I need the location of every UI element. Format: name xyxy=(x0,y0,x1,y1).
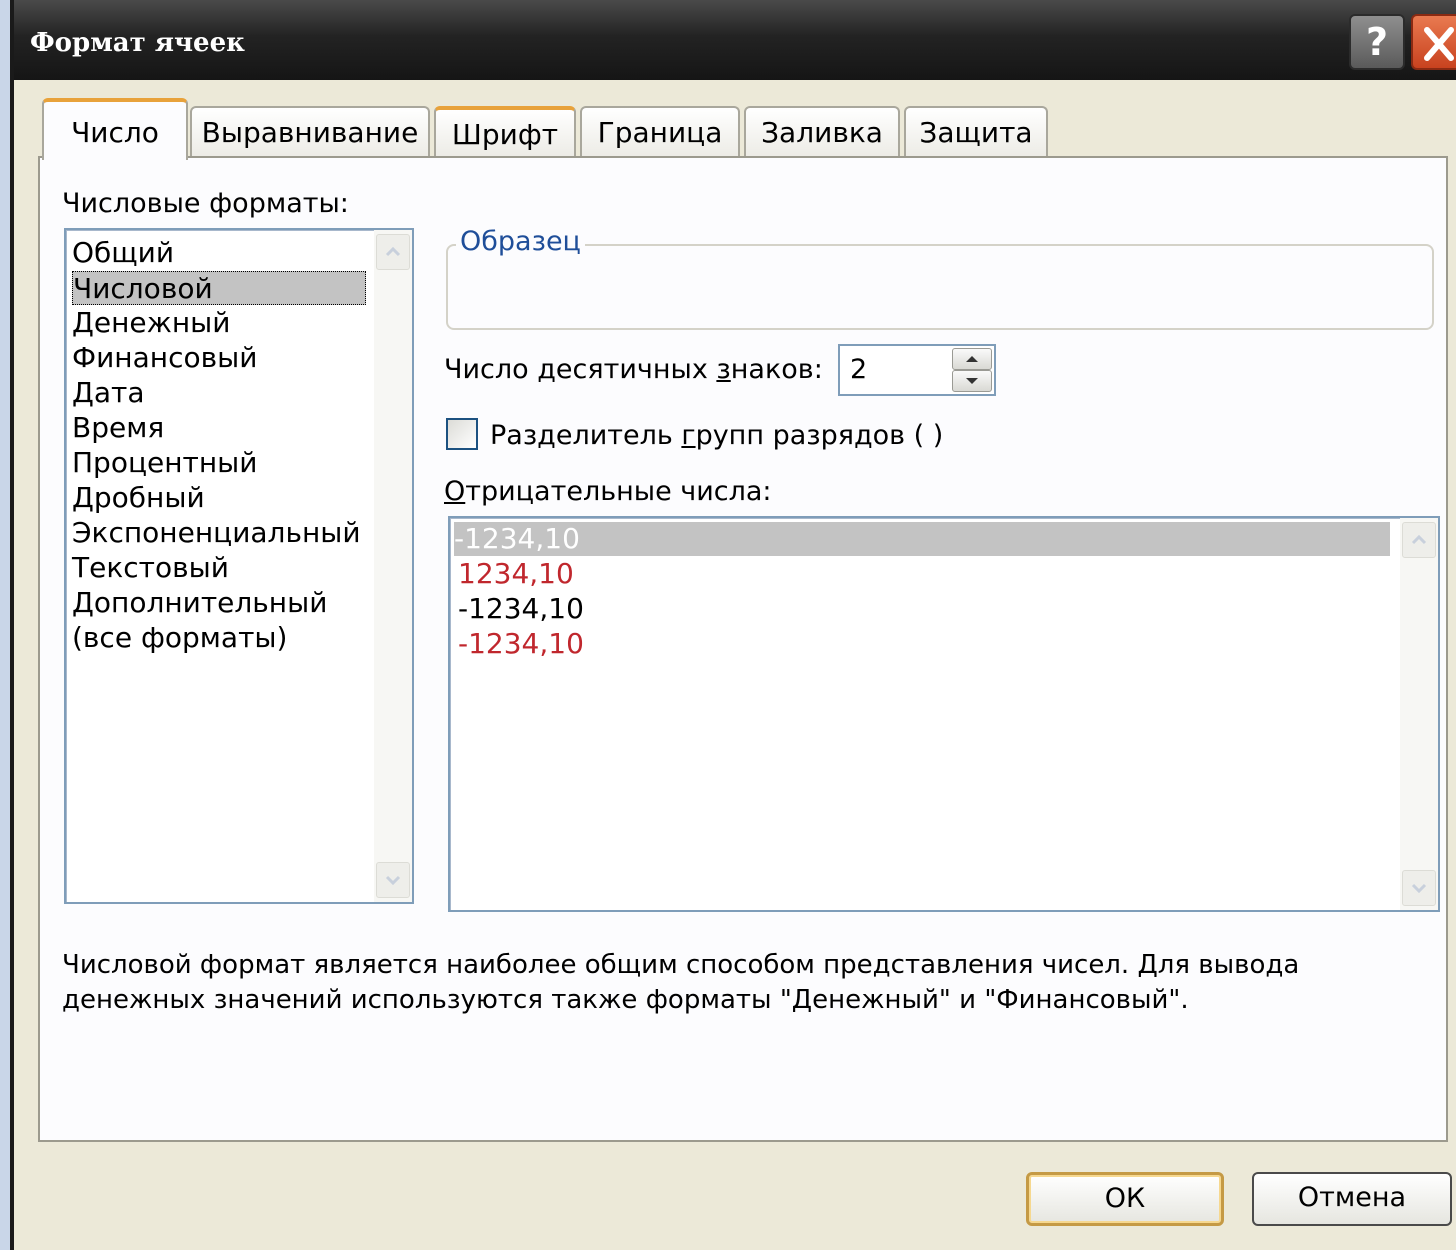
negative-item[interactable]: -1234,10 xyxy=(458,627,584,661)
tab-label: Заливка xyxy=(761,116,883,149)
list-item[interactable]: Время xyxy=(72,411,164,445)
decimals-value[interactable]: 2 xyxy=(850,354,867,385)
negative-item[interactable]: -1234,10 xyxy=(458,592,584,626)
negative-item-selected[interactable]: -1234,10 xyxy=(454,522,1390,556)
dialog-title: Формат ячеек xyxy=(30,28,245,58)
cancel-label: Отмена xyxy=(1297,1182,1407,1213)
decimals-spinner[interactable]: 2 xyxy=(838,344,996,396)
chevron-down-icon xyxy=(1411,883,1427,893)
tab-font[interactable]: Шрифт xyxy=(434,106,576,158)
format-description: Числовой формат является наиболее общим … xyxy=(62,950,1300,1015)
spin-down-button[interactable] xyxy=(952,370,992,392)
sample-title: Образец xyxy=(456,226,585,257)
group-separator-label[interactable]: Разделитель групп разрядов ( ) xyxy=(490,420,943,451)
close-button[interactable] xyxy=(1411,14,1456,70)
sample-group: Образец xyxy=(446,226,1434,330)
number-formats-list[interactable]: Общий Числовой Денежный Финансовый Дата … xyxy=(64,228,414,904)
ok-button[interactable]: ОК xyxy=(1026,1172,1224,1226)
scroll-up-button[interactable] xyxy=(376,234,410,270)
decimals-label: Число десятичных знаков: xyxy=(444,354,823,385)
spinner-buttons xyxy=(952,348,992,392)
list-item-selected[interactable]: Числовой xyxy=(72,271,366,305)
list-item[interactable]: (все форматы) xyxy=(72,621,287,655)
chevron-down-icon xyxy=(385,875,401,885)
help-icon: ? xyxy=(1365,20,1389,64)
list-item[interactable]: Процентный xyxy=(72,446,257,480)
tab-number[interactable]: Число xyxy=(42,98,188,160)
help-button[interactable]: ? xyxy=(1349,14,1405,70)
tab-protection[interactable]: Защита xyxy=(904,106,1048,158)
negative-item[interactable]: 1234,10 xyxy=(458,557,574,591)
spin-up-button[interactable] xyxy=(952,348,992,370)
list-item[interactable]: Финансовый xyxy=(72,341,257,375)
list-item[interactable]: Текстовый xyxy=(72,551,229,585)
cancel-button[interactable]: Отмена xyxy=(1252,1172,1452,1226)
triangle-up-icon xyxy=(966,356,978,362)
scroll-down-button[interactable] xyxy=(1402,870,1436,906)
chevron-up-icon xyxy=(1411,535,1427,545)
tab-alignment[interactable]: Выравнивание xyxy=(190,106,430,158)
tab-label: Граница xyxy=(597,116,723,149)
tab-label: Защита xyxy=(919,116,1033,149)
ok-label: ОК xyxy=(1104,1183,1146,1214)
list-item[interactable]: Дополнительный xyxy=(72,586,327,620)
negative-numbers-list[interactable]: -1234,10 1234,10 -1234,10 -1234,10 xyxy=(448,516,1440,912)
tab-panel-number: Числовые форматы: Общий Числовой Денежны… xyxy=(38,156,1448,1142)
formats-scrollbar[interactable] xyxy=(374,230,412,902)
negative-scrollbar[interactable] xyxy=(1400,518,1438,910)
tab-label: Число xyxy=(71,116,159,149)
list-item[interactable]: Дробный xyxy=(72,481,205,515)
format-cells-dialog: Формат ячеек ? Число Выравнивание Шрифт … xyxy=(10,0,1456,1250)
scroll-up-button[interactable] xyxy=(1402,522,1436,558)
list-item[interactable]: Дата xyxy=(72,376,145,410)
title-bar: Формат ячеек ? xyxy=(14,0,1456,80)
triangle-down-icon xyxy=(966,378,978,384)
number-formats-label: Числовые форматы: xyxy=(62,188,349,219)
close-icon xyxy=(1424,27,1454,61)
group-separator-checkbox[interactable] xyxy=(446,418,478,450)
tab-fill[interactable]: Заливка xyxy=(744,106,900,158)
tab-label: Шрифт xyxy=(451,118,559,151)
tab-strip: Число Выравнивание Шрифт Граница Заливка… xyxy=(42,98,1062,160)
negative-numbers-label: Отрицательные числа: xyxy=(444,476,772,507)
negative-item-text: -1234,10 xyxy=(454,522,580,555)
scroll-down-button[interactable] xyxy=(376,862,410,898)
tab-border[interactable]: Граница xyxy=(580,106,740,158)
tab-label: Выравнивание xyxy=(201,116,419,149)
list-item[interactable]: Общий xyxy=(72,236,174,270)
chevron-up-icon xyxy=(385,247,401,257)
list-item[interactable]: Денежный xyxy=(72,306,230,340)
list-item[interactable]: Экспоненциальный xyxy=(72,516,361,550)
